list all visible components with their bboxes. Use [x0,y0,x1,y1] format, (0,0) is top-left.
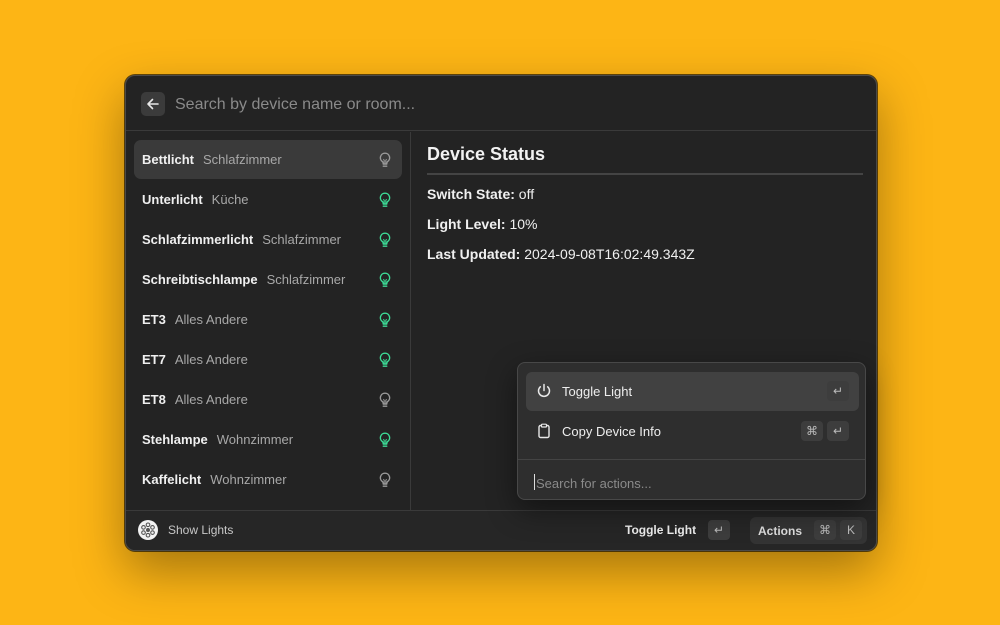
lightbulb-icon [379,192,391,207]
cmd-key-hint: ⌘ [801,421,823,441]
device-name: ET8 [142,392,166,407]
device-room: Schlafzimmer [262,232,342,247]
search-bar [126,76,876,131]
detail-title: Device Status [427,144,546,164]
action-panel-divider [518,459,865,460]
enter-key-hint: ↵ [708,520,730,540]
list-item[interactable]: Stehlampe Wohnzimmer [134,420,402,459]
switch-state-field: Switch State: off [427,186,534,202]
extension-icon [138,520,158,540]
action-label: Toggle Light [562,384,633,399]
last-updated-field: Last Updated: 2024-09-08T16:02:49.343Z [427,246,695,262]
device-name: Schreibtischlampe [142,272,258,287]
light-level-label: Light Level: [427,216,506,232]
back-button[interactable] [141,92,165,116]
power-icon [537,383,551,398]
last-updated-value: 2024-09-08T16:02:49.343Z [524,246,695,262]
action-bar: Show Lights Toggle Light ↵ Actions ⌘ K [126,510,876,550]
list-item[interactable]: Kaffelicht Wohnzimmer [134,460,402,499]
device-list: Bettlicht Schlafzimmer Unterlicht Küche Schl… [126,132,411,510]
device-room: Alles Andere [174,312,248,327]
light-level-value: 10% [509,216,538,232]
device-name: Unterlicht [142,192,203,207]
list-item[interactable]: ET8 Alles Andere [134,380,402,419]
k-key-hint: K [840,520,862,540]
action-copy-device-info[interactable]: Copy Device Info ⌘ ↵ [526,412,859,451]
lightbulb-icon [379,352,391,367]
lightbulb-icon [379,432,391,447]
device-name: Stehlampe [142,432,208,447]
arrow-left-icon [147,98,159,110]
device-name: ET7 [142,352,166,367]
switch-state-value: off [518,186,535,202]
enter-key-hint: ↵ [827,421,849,441]
device-room: Küche [211,192,249,207]
switch-state-label: Switch State: [427,186,515,202]
device-name: Bettlicht [142,152,194,167]
device-name: Schlafzimmerlicht [142,232,254,247]
device-room: Alles Andere [174,352,248,367]
action-toggle-light[interactable]: Toggle Light ↵ [526,372,859,411]
lightbulb-icon [379,392,391,407]
list-item[interactable]: Schreibtischlampe Schlafzimmer [134,260,402,299]
actions-button[interactable]: Actions ⌘ K [750,517,867,544]
device-name: ET3 [142,312,166,327]
lightbulb-icon [379,312,391,327]
action-search-input[interactable] [534,471,858,495]
device-room: Wohnzimmer [210,472,287,487]
action-panel: Toggle Light ↵ Copy Device Info ⌘ ↵ [517,362,866,500]
device-room: Alles Andere [174,392,248,407]
list-item[interactable]: Bettlicht Schlafzimmer [134,140,402,179]
device-room: Wohnzimmer [216,432,294,447]
lightbulb-icon [379,152,391,167]
list-item[interactable]: ET3 Alles Andere [134,300,402,339]
list-item[interactable]: Schlafzimmerlicht Schlafzimmer [134,220,402,259]
detail-divider [427,173,863,175]
cmd-key-hint: ⌘ [814,520,836,540]
enter-key-hint: ↵ [827,381,849,401]
lightbulb-icon [379,472,391,487]
last-updated-label: Last Updated: [427,246,521,262]
lightbulb-icon [379,272,391,287]
light-level-field: Light Level: 10% [427,216,537,232]
device-name: Kaffelicht [142,472,202,487]
search-input[interactable] [173,90,857,120]
list-item[interactable]: ET7 Alles Andere [134,340,402,379]
lightbulb-icon [379,232,391,247]
command-title: Show Lights [168,523,234,537]
action-label: Copy Device Info [562,424,661,439]
list-item[interactable]: Unterlicht Küche [134,180,402,219]
clipboard-icon [538,423,550,439]
device-room: Schlafzimmer [266,272,346,287]
primary-action-button[interactable]: Toggle Light [625,523,696,537]
actions-label: Actions [758,524,803,538]
text-caret [534,474,535,490]
device-room: Schlafzimmer [203,152,282,167]
